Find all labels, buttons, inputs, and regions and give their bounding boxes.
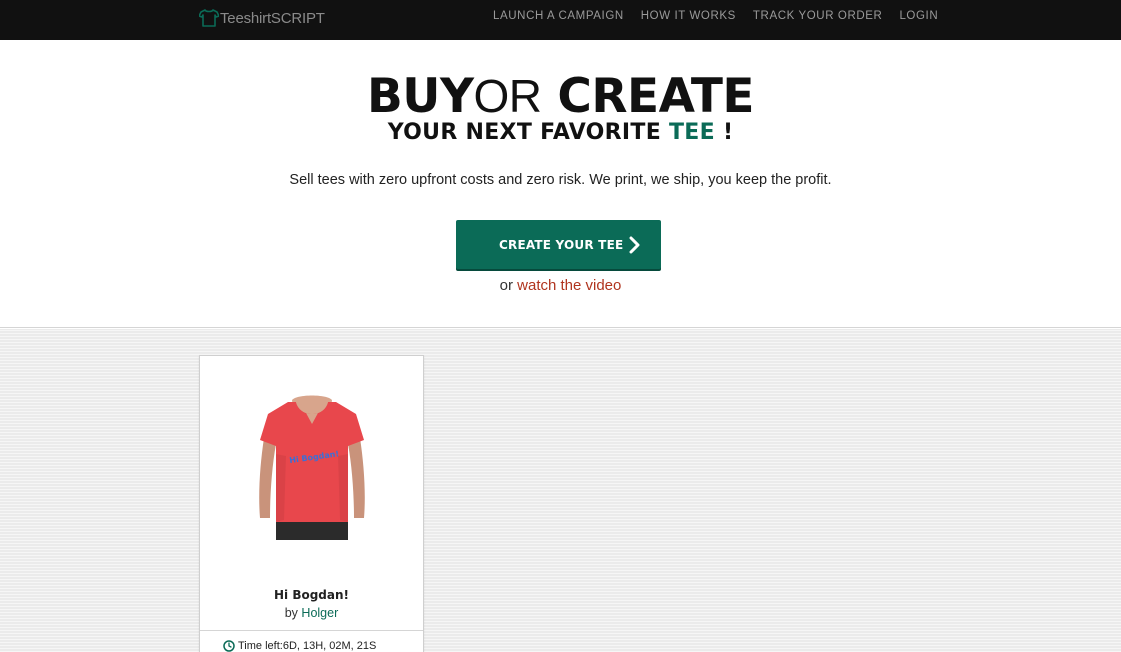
hero-subhead: YOUR NEXT FAVORITE TEE ! (0, 120, 1121, 146)
clock-icon (223, 640, 235, 652)
chevron-right-icon (629, 236, 640, 254)
by-label: by (284, 606, 298, 620)
subhead-end: ! (722, 120, 734, 145)
card-divider (200, 630, 423, 631)
time-left-text: Time left:6D, 13H, 02M, 21S (238, 640, 377, 652)
headline-create: CREATE (557, 69, 755, 124)
headline-or: OR (473, 70, 542, 122)
nav-how-it-works[interactable]: HOW IT WORKS (641, 10, 736, 22)
campaign-author-link[interactable]: Holger (301, 606, 338, 620)
main-nav: LAUNCH A CAMPAIGN HOW IT WORKS TRACK YOU… (493, 10, 955, 22)
nav-track-order[interactable]: TRACK YOUR ORDER (753, 10, 883, 22)
subhead-accent: TEE (669, 120, 715, 145)
brand-logo[interactable]: TeeshirtSCRIPT (199, 8, 325, 28)
watch-video-line: or watch the video (0, 277, 1121, 294)
create-your-tee-button[interactable]: CREATE YOUR TEE (456, 220, 661, 269)
campaign-author-line: by Holger (200, 606, 423, 620)
hero-headline: BUYOR CREATE (0, 72, 1121, 121)
subhead-main: YOUR NEXT FAVORITE (387, 120, 662, 145)
hero-tagline: Sell tees with zero upfront costs and ze… (289, 172, 832, 188)
watch-video-link[interactable]: watch the video (517, 277, 621, 294)
tshirt-icon (199, 9, 219, 27)
campaign-time-left: Time left:6D, 13H, 02M, 21S (223, 640, 376, 652)
tshirt-product-image[interactable]: Hi Bogdan! (252, 394, 372, 540)
nav-login[interactable]: LOGIN (899, 10, 938, 22)
cta-label: CREATE YOUR TEE (499, 237, 624, 252)
campaign-title[interactable]: Hi Bogdan! (200, 588, 423, 602)
brand-name: TeeshirtSCRIPT (220, 9, 325, 27)
nav-launch-campaign[interactable]: LAUNCH A CAMPAIGN (493, 10, 624, 22)
video-prefix: or (499, 277, 513, 294)
top-navigation-bar: TeeshirtSCRIPT LAUNCH A CAMPAIGN HOW IT … (0, 0, 1121, 40)
hero-section: BUYOR CREATE YOUR NEXT FAVORITE TEE ! Se… (0, 40, 1121, 328)
campaign-card[interactable]: Hi Bogdan! Hi Bogdan! by Holger Time lef… (199, 355, 424, 652)
headline-buy: BUY (366, 69, 474, 124)
campaign-gallery: Hi Bogdan! Hi Bogdan! by Holger Time lef… (0, 329, 1121, 652)
